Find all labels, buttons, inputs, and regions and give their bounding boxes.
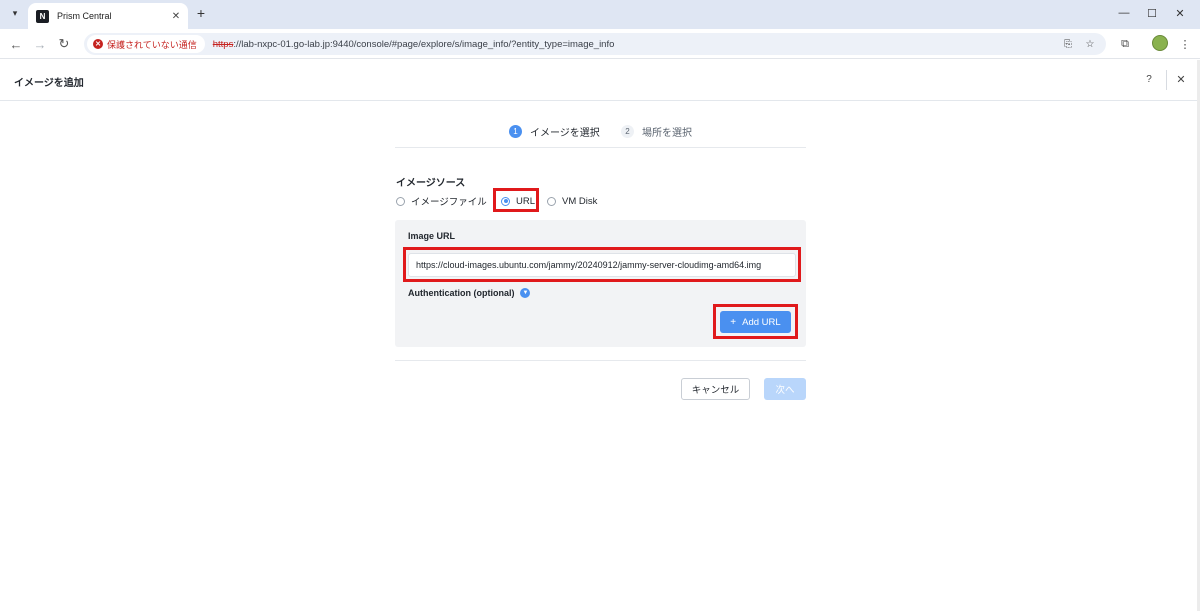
maximize-icon[interactable]: ☐ (1144, 5, 1160, 21)
tab-search-icon[interactable]: ▾ (6, 4, 24, 22)
prism-favicon-icon: N (36, 9, 49, 23)
highlight-box-url-input (403, 247, 801, 282)
address-bar[interactable]: ✕ 保護されていない通信 https://lab-nxpc-01.go-lab.… (84, 33, 1106, 55)
step-select-location[interactable]: 2 場所を選択 (621, 124, 692, 139)
authentication-label: Authentication (optional) (408, 288, 515, 298)
bookmark-star-icon[interactable]: ☆ (1082, 36, 1098, 52)
radio-label: VM Disk (562, 195, 598, 207)
profile-avatar-icon[interactable] (1152, 35, 1168, 51)
dialog-header: イメージを追加 ? ✕ (0, 60, 1200, 101)
highlight-box-url-radio (493, 188, 539, 212)
browser-toolbar: ← → ↻ ✕ 保護されていない通信 https://lab-nxpc-01.g… (0, 29, 1200, 59)
minimize-icon[interactable]: — (1116, 5, 1132, 21)
url-scheme: https (212, 38, 234, 50)
tab-close-icon[interactable]: ✕ (168, 8, 184, 24)
tab-title: Prism Central (57, 11, 112, 21)
step-select-image[interactable]: 1 イメージを選択 (509, 124, 600, 139)
wizard-steps: 1 イメージを選択 2 場所を選択 (395, 120, 806, 148)
browser-tab[interactable]: N Prism Central ✕ (28, 3, 188, 29)
browser-tab-bar: ▾ N Prism Central ✕ + — ☐ ✕ (0, 0, 1200, 29)
step-number: 1 (509, 125, 522, 138)
image-source-label: イメージソース (396, 178, 466, 189)
new-tab-plus-icon[interactable]: + (193, 5, 209, 21)
radio-image-file[interactable]: イメージファイル (396, 194, 487, 208)
footer-divider (395, 360, 806, 361)
reload-icon[interactable]: ↻ (55, 35, 73, 53)
radio-label: イメージファイル (411, 197, 487, 208)
cancel-button[interactable]: キャンセル (681, 378, 750, 400)
radio-button[interactable] (547, 196, 556, 206)
window-close-icon[interactable]: ✕ (1172, 5, 1188, 21)
next-button[interactable]: 次へ (764, 378, 806, 400)
radio-vm-disk[interactable]: VM Disk (547, 194, 597, 208)
chevron-down-icon[interactable]: ▼ (520, 288, 531, 298)
step-label: イメージを選択 (530, 128, 600, 139)
extensions-icon[interactable]: ⧉ (1116, 35, 1134, 53)
browser-menu-icon[interactable]: ⋮ (1176, 35, 1194, 53)
step-number: 2 (621, 125, 634, 138)
image-url-label: Image URL (408, 231, 456, 241)
security-chip[interactable]: ✕ 保護されていない通信 (87, 35, 205, 53)
highlight-box-add-url (713, 304, 798, 339)
translate-icon[interactable]: ⎘ (1060, 36, 1076, 52)
radio-button[interactable] (396, 196, 405, 206)
security-text: 保護されていない通信 (107, 39, 197, 50)
close-icon[interactable]: ✕ (1174, 72, 1188, 86)
step-label: 場所を選択 (642, 128, 692, 139)
not-secure-warning-icon: ✕ (93, 39, 103, 49)
url-path: ://lab-nxpc-01.go-lab.jp:9440/console/#p… (233, 38, 615, 50)
back-arrow-icon[interactable]: ← (7, 35, 25, 53)
page-title: イメージを追加 (14, 78, 84, 89)
forward-arrow-icon[interactable]: → (31, 35, 49, 53)
help-icon[interactable]: ? (1142, 72, 1156, 86)
header-divider (1166, 70, 1167, 90)
authentication-toggle[interactable]: Authentication (optional) ▼ (408, 288, 531, 298)
url-text[interactable]: https://lab-nxpc-01.go-lab.jp:9440/conso… (213, 39, 615, 50)
